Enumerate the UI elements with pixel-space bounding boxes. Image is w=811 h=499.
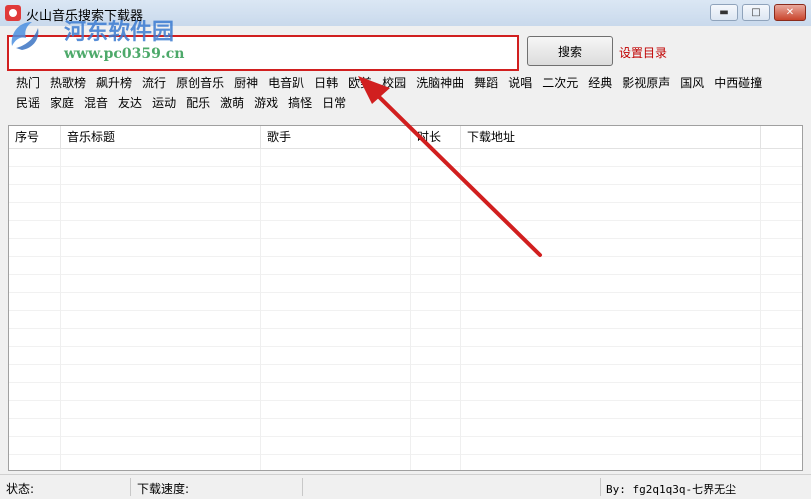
tag-row-2: 民谣 家庭 混音 友达 运动 配乐 激萌 游戏 搞怪 日常 xyxy=(10,94,350,112)
results-table[interactable]: 序号 音乐标题 歌手 时长 下载地址 xyxy=(8,125,803,471)
column-header-download-url[interactable]: 下载地址 xyxy=(461,126,761,148)
tag-dance[interactable]: 舞蹈 xyxy=(474,74,498,92)
tag-fusion[interactable]: 中西碰撞 xyxy=(714,74,762,92)
status-bar: 状态: 下载速度: By: fg2q1q3q-七界无尘 xyxy=(0,474,811,499)
tag-friends[interactable]: 友达 xyxy=(118,94,142,112)
set-directory-link[interactable]: 设置目录 xyxy=(619,44,667,61)
tag-campus[interactable]: 校园 xyxy=(382,74,406,92)
tag-sport[interactable]: 运动 xyxy=(152,94,176,112)
column-header-index[interactable]: 序号 xyxy=(9,126,61,148)
tag-hot-songs[interactable]: 热歌榜 xyxy=(50,74,86,92)
tag-cute[interactable]: 激萌 xyxy=(220,94,244,112)
table-header: 序号 音乐标题 歌手 时长 下载地址 xyxy=(9,126,802,149)
tag-ost[interactable]: 影视原声 xyxy=(622,74,670,92)
tag-remix[interactable]: 混音 xyxy=(84,94,108,112)
minimize-button[interactable]: ▬ xyxy=(710,4,738,21)
watermark-url: www.pc0359.cn xyxy=(64,46,185,62)
download-speed-label: 下载速度: xyxy=(137,482,190,496)
tag-funny[interactable]: 搞怪 xyxy=(288,94,312,112)
tag-rap[interactable]: 说唱 xyxy=(508,74,532,92)
status-label: 状态: xyxy=(6,482,35,496)
close-icon: ✕ xyxy=(785,7,795,18)
tag-hot[interactable]: 热门 xyxy=(16,74,40,92)
maximize-button[interactable]: □ xyxy=(742,4,770,21)
column-header-duration[interactable]: 时长 xyxy=(411,126,461,148)
tag-row-1: 热门 热歌榜 飙升榜 流行 原创音乐 厨神 电音趴 日韩 欧美 校园 洗脑神曲 舞蹈 说唱 二次元 经典 影视… xyxy=(10,74,766,92)
column-header-title[interactable]: 音乐标题 xyxy=(61,126,261,148)
tag-game[interactable]: 游戏 xyxy=(254,94,278,112)
close-button[interactable]: ✕ xyxy=(774,4,806,21)
tag-electronic[interactable]: 电音趴 xyxy=(268,74,304,92)
tag-jpkr[interactable]: 日韩 xyxy=(314,74,338,92)
status-separator xyxy=(130,478,131,496)
tag-daily[interactable]: 日常 xyxy=(322,94,346,112)
column-header-artist[interactable]: 歌手 xyxy=(261,126,411,148)
tag-catchy[interactable]: 洗脑神曲 xyxy=(416,74,464,92)
tag-original[interactable]: 原创音乐 xyxy=(176,74,224,92)
tag-western[interactable]: 欧美 xyxy=(348,74,372,92)
tag-chef[interactable]: 厨神 xyxy=(234,74,258,92)
author-credit: By: fg2q1q3q-七界无尘 xyxy=(606,483,737,496)
app-window: 火山音乐搜索下载器 ▬ □ ✕ 河东软件园 www.pc0359.cn 搜索 设… xyxy=(0,0,811,499)
status-separator xyxy=(302,478,303,496)
watermark-logo-icon xyxy=(11,22,39,50)
status-separator xyxy=(600,478,601,496)
tag-bgm[interactable]: 配乐 xyxy=(186,94,210,112)
tag-classic[interactable]: 经典 xyxy=(588,74,612,92)
tag-rising[interactable]: 飙升榜 xyxy=(96,74,132,92)
tag-acg[interactable]: 二次元 xyxy=(542,74,578,92)
watermark-title: 河东软件园 xyxy=(64,19,175,45)
table-body-empty xyxy=(9,149,802,470)
minimize-icon: ▬ xyxy=(719,7,729,18)
tag-folk[interactable]: 民谣 xyxy=(16,94,40,112)
column-header-extra[interactable] xyxy=(761,126,802,148)
search-button[interactable]: 搜索 xyxy=(527,36,613,66)
tag-pop[interactable]: 流行 xyxy=(142,74,166,92)
tag-guofeng[interactable]: 国风 xyxy=(680,74,704,92)
maximize-icon: □ xyxy=(751,7,761,18)
tag-family[interactable]: 家庭 xyxy=(50,94,74,112)
